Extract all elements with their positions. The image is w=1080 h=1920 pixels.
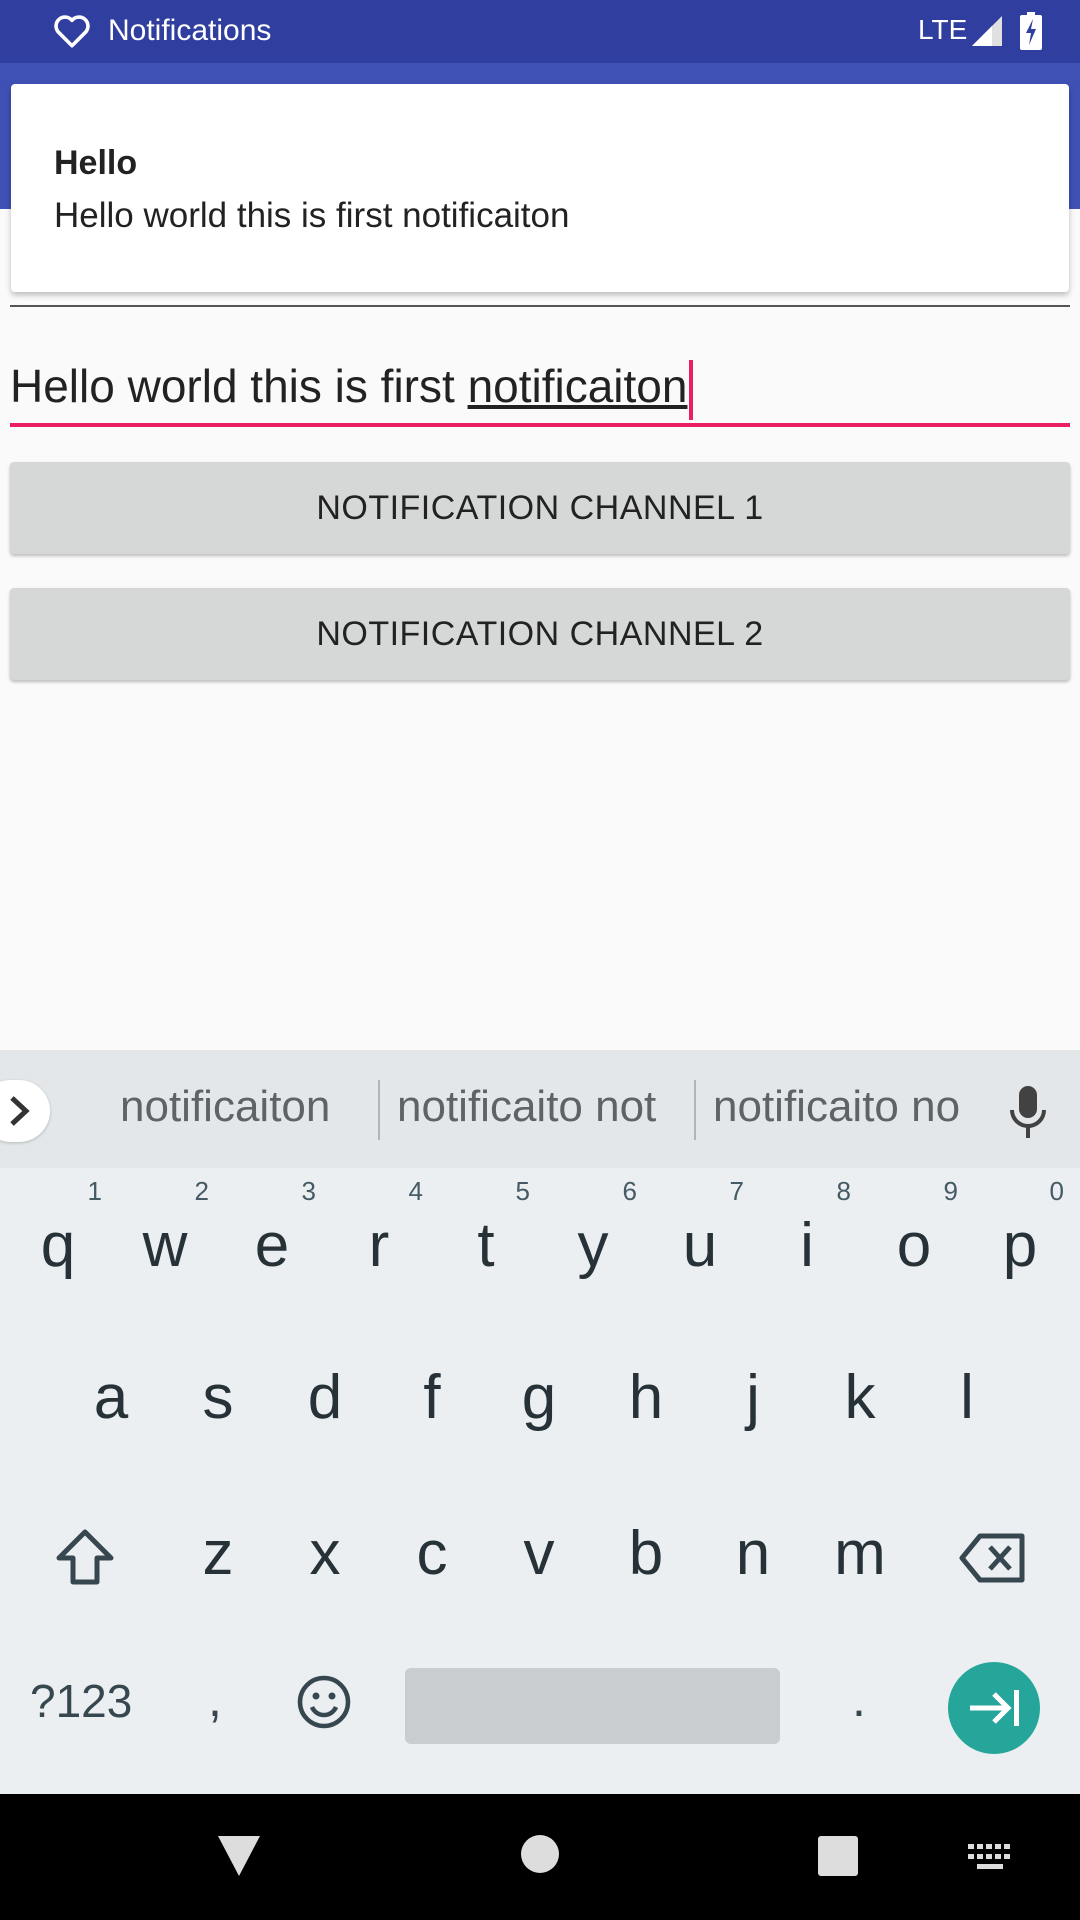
key-label: y xyxy=(577,1211,609,1280)
suggestion-2[interactable]: notificaito not xyxy=(397,1082,656,1132)
key-label: q xyxy=(40,1211,76,1280)
key-label: e xyxy=(254,1211,290,1280)
symbols-key[interactable]: ?123 xyxy=(30,1674,132,1728)
key-g[interactable]: g xyxy=(489,1362,589,1433)
key-x[interactable]: x xyxy=(275,1518,375,1589)
key-h[interactable]: h xyxy=(596,1362,696,1433)
key-hint: 7 xyxy=(729,1176,744,1206)
key-label: u xyxy=(682,1211,718,1280)
key-hint: 5 xyxy=(515,1176,530,1206)
notification-channel-2-button[interactable]: NOTIFICATION CHANNEL 2 xyxy=(10,588,1070,680)
key-hint: 0 xyxy=(1049,1176,1064,1206)
status-app-title: Notifications xyxy=(108,14,272,47)
key-f[interactable]: f xyxy=(382,1362,482,1433)
key-a[interactable]: a xyxy=(61,1362,161,1433)
signal-icon xyxy=(972,16,1002,46)
key-hint: 8 xyxy=(836,1176,851,1206)
key-j[interactable]: j xyxy=(703,1362,803,1433)
recents-icon[interactable] xyxy=(818,1836,858,1876)
period-key[interactable]: . xyxy=(852,1670,866,1728)
home-icon[interactable] xyxy=(520,1834,560,1874)
key-i[interactable]: i8 xyxy=(757,1176,857,1281)
key-y[interactable]: y6 xyxy=(543,1176,643,1281)
suggestion-1[interactable]: notificaiton xyxy=(120,1082,330,1132)
key-hint: 9 xyxy=(943,1176,958,1206)
key-hint: 1 xyxy=(87,1176,102,1206)
message-input[interactable]: Hello world this is first notificaiton xyxy=(10,350,1070,422)
key-hint: 4 xyxy=(408,1176,423,1206)
notification-title: Hello xyxy=(54,144,138,182)
heads-up-notification[interactable]: Hello Hello world this is first notifica… xyxy=(11,84,1069,292)
key-label: p xyxy=(1002,1211,1038,1280)
key-r[interactable]: r4 xyxy=(329,1176,429,1281)
suggestion-separator xyxy=(378,1080,380,1140)
key-o[interactable]: o9 xyxy=(864,1176,964,1281)
chevron-right-icon xyxy=(10,1096,30,1126)
navigation-bar xyxy=(0,1794,1080,1920)
key-c[interactable]: c xyxy=(382,1518,482,1589)
notification-text: Hello world this is first notificaiton xyxy=(54,196,570,235)
key-v[interactable]: v xyxy=(489,1518,589,1589)
key-hint: 6 xyxy=(622,1176,637,1206)
suggestion-3[interactable]: notificaito no xyxy=(713,1082,960,1132)
back-icon[interactable] xyxy=(216,1834,262,1878)
key-k[interactable]: k xyxy=(810,1362,910,1433)
key-u[interactable]: u7 xyxy=(650,1176,750,1281)
key-d[interactable]: d xyxy=(275,1362,375,1433)
next-arrow-icon xyxy=(970,1690,1019,1726)
space-key[interactable] xyxy=(405,1668,780,1744)
heart-icon xyxy=(54,15,90,48)
key-hint: 3 xyxy=(301,1176,316,1206)
soft-keyboard: notificaiton notificaito not notificaito… xyxy=(0,1050,1080,1794)
key-t[interactable]: t5 xyxy=(436,1176,536,1281)
key-b[interactable]: b xyxy=(596,1518,696,1589)
keyboard-switch-icon[interactable] xyxy=(968,1844,1012,1872)
expand-toolbar-button[interactable] xyxy=(0,1080,50,1142)
key-hint: 2 xyxy=(194,1176,209,1206)
divider xyxy=(10,305,1070,307)
battery-charging-icon xyxy=(1020,12,1042,50)
key-label: w xyxy=(142,1211,188,1280)
enter-key[interactable] xyxy=(948,1662,1040,1754)
notification-channel-1-button[interactable]: NOTIFICATION CHANNEL 1 xyxy=(10,462,1070,554)
input-composing-word: notificaiton xyxy=(467,360,688,412)
key-label: o xyxy=(896,1211,932,1280)
key-label: t xyxy=(477,1211,495,1280)
key-p[interactable]: p0 xyxy=(970,1176,1070,1281)
key-n[interactable]: n xyxy=(703,1518,803,1589)
text-cursor xyxy=(689,359,694,420)
emoji-icon[interactable] xyxy=(296,1674,352,1730)
key-m[interactable]: m xyxy=(810,1518,910,1589)
suggestion-separator xyxy=(694,1080,696,1140)
key-s[interactable]: s xyxy=(168,1362,268,1433)
status-bar: Notifications LTE xyxy=(0,0,1080,63)
suggestion-strip: notificaiton notificaito not notificaito… xyxy=(0,1050,1080,1168)
key-q[interactable]: q1 xyxy=(8,1176,108,1281)
network-type: LTE xyxy=(918,14,968,45)
input-underline xyxy=(10,423,1070,427)
key-w[interactable]: w2 xyxy=(115,1176,215,1281)
backspace-icon[interactable] xyxy=(958,1532,1028,1584)
shift-icon[interactable] xyxy=(55,1528,115,1586)
key-l[interactable]: l xyxy=(917,1362,1017,1433)
key-z[interactable]: z xyxy=(168,1518,268,1589)
key-e[interactable]: e3 xyxy=(222,1176,322,1281)
input-text: Hello world this is first xyxy=(10,360,468,412)
key-label: i xyxy=(800,1211,814,1280)
key-label: r xyxy=(368,1211,390,1280)
comma-key[interactable]: , xyxy=(208,1670,222,1728)
microphone-icon[interactable] xyxy=(1008,1086,1048,1138)
